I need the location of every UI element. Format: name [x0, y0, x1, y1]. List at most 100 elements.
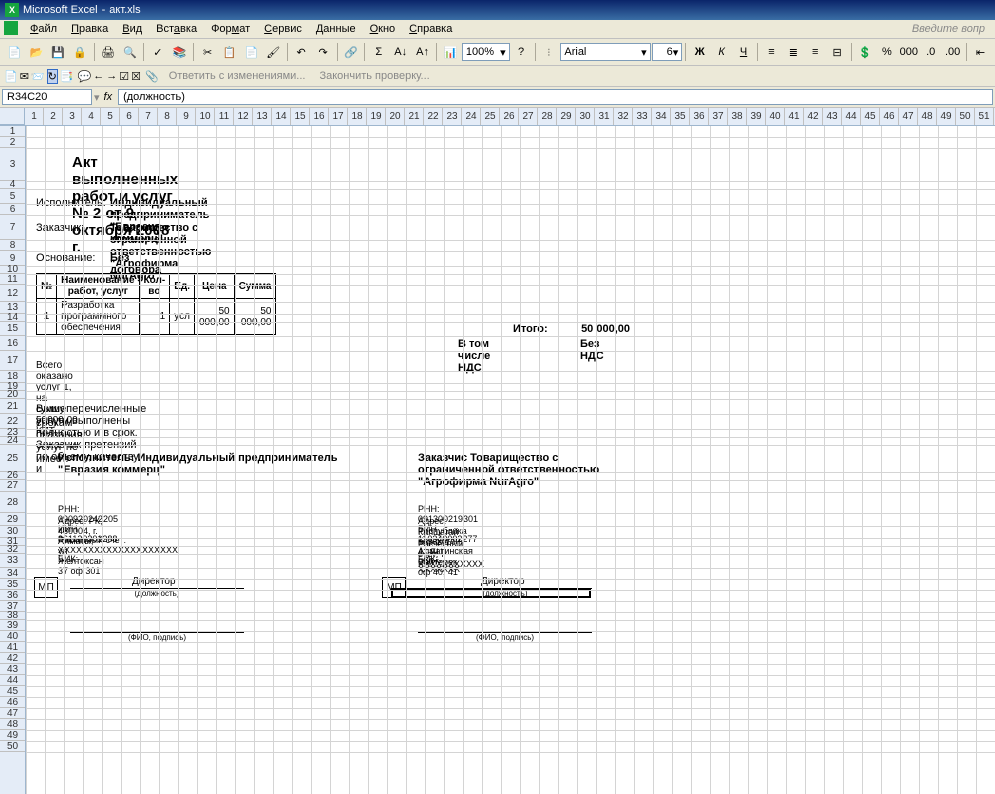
underline-button[interactable]: Ч [733, 41, 754, 63]
worksheet-grid[interactable]: Акт выполненных работ и услуг № 2 от 9 о… [26, 126, 995, 794]
autosum-button[interactable]: Σ [368, 41, 389, 63]
row-header-26[interactable]: 26 [0, 472, 25, 480]
col-header-46[interactable]: 46 [880, 108, 899, 125]
menu-data[interactable]: Данные [310, 21, 362, 37]
col-header-15[interactable]: 15 [291, 108, 310, 125]
col-header-2[interactable]: 2 [44, 108, 63, 125]
col-header-34[interactable]: 34 [652, 108, 671, 125]
row-header-7[interactable]: 7 [0, 215, 25, 240]
col-header-10[interactable]: 10 [196, 108, 215, 125]
col-header-47[interactable]: 47 [899, 108, 918, 125]
spelling-button[interactable]: ✓ [147, 41, 168, 63]
row-header-46[interactable]: 46 [0, 697, 25, 708]
row-header-33[interactable]: 33 [0, 554, 25, 568]
col-header-31[interactable]: 31 [595, 108, 614, 125]
hyperlink-button[interactable]: 🔗 [340, 41, 361, 63]
menu-help[interactable]: Справка [403, 21, 458, 37]
copy-button[interactable]: 📋 [219, 41, 240, 63]
currency-button[interactable]: 💲 [855, 41, 876, 63]
row-header-49[interactable]: 49 [0, 730, 25, 741]
row-header-11[interactable]: 11 [0, 274, 25, 285]
row-header-42[interactable]: 42 [0, 653, 25, 664]
row-header-44[interactable]: 44 [0, 675, 25, 686]
col-header-50[interactable]: 50 [956, 108, 975, 125]
col-header-42[interactable]: 42 [804, 108, 823, 125]
col-header-40[interactable]: 40 [766, 108, 785, 125]
col-header-4[interactable]: 4 [82, 108, 101, 125]
col-header-21[interactable]: 21 [405, 108, 424, 125]
row-header-1[interactable]: 1 [0, 126, 25, 137]
col-header-19[interactable]: 19 [367, 108, 386, 125]
dec-decimal-button[interactable]: .00 [942, 41, 963, 63]
row-header-41[interactable]: 41 [0, 642, 25, 653]
align-right-button[interactable]: ≡ [805, 41, 826, 63]
row-header-6[interactable]: 6 [0, 204, 25, 215]
col-header-16[interactable]: 16 [310, 108, 329, 125]
col-header-22[interactable]: 22 [424, 108, 443, 125]
col-header-9[interactable]: 9 [177, 108, 196, 125]
col-header-30[interactable]: 30 [576, 108, 595, 125]
new-button[interactable]: 📄 [4, 41, 25, 63]
col-header-38[interactable]: 38 [728, 108, 747, 125]
percent-button[interactable]: % [876, 41, 897, 63]
cut-button[interactable]: ✂ [197, 41, 218, 63]
menu-file[interactable]: Файл [24, 21, 63, 37]
col-header-51[interactable]: 51 [975, 108, 994, 125]
inc-decimal-button[interactable]: .0 [920, 41, 941, 63]
italic-button[interactable]: К [711, 41, 732, 63]
menu-edit[interactable]: Правка [65, 21, 114, 37]
row-header-3[interactable]: 3 [0, 148, 25, 181]
menu-view[interactable]: Вид [116, 21, 148, 37]
menu-insert[interactable]: Вставка [150, 21, 203, 37]
align-center-button[interactable]: ≣ [783, 41, 804, 63]
row-header-8[interactable]: 8 [0, 240, 25, 251]
row-header-29[interactable]: 29 [0, 513, 25, 526]
row-header-12[interactable]: 12 [0, 285, 25, 302]
row-header-39[interactable]: 39 [0, 620, 25, 631]
col-header-28[interactable]: 28 [538, 108, 557, 125]
col-header-7[interactable]: 7 [139, 108, 158, 125]
dec-indent-button[interactable]: ⇤ [970, 41, 991, 63]
formula-bar[interactable]: (должность) [118, 89, 993, 105]
comma-button[interactable]: 000 [898, 41, 919, 63]
col-header-35[interactable]: 35 [671, 108, 690, 125]
fx-label[interactable]: fx [104, 91, 113, 103]
chart-button[interactable]: 📊 [440, 41, 461, 63]
rev5-button[interactable]: 📑 [60, 70, 74, 83]
rev4-button[interactable]: ↻ [47, 69, 58, 84]
col-header-45[interactable]: 45 [861, 108, 880, 125]
row-header-35[interactable]: 35 [0, 579, 25, 590]
merge-button[interactable]: ⊟ [827, 41, 848, 63]
col-header-29[interactable]: 29 [557, 108, 576, 125]
col-header-24[interactable]: 24 [462, 108, 481, 125]
row-header-17[interactable]: 17 [0, 351, 25, 371]
row-header-28[interactable]: 28 [0, 492, 25, 513]
sort-asc-button[interactable]: A↓ [390, 41, 411, 63]
col-header-11[interactable]: 11 [215, 108, 234, 125]
row-header-20[interactable]: 20 [0, 391, 25, 399]
col-header-48[interactable]: 48 [918, 108, 937, 125]
col-header-12[interactable]: 12 [234, 108, 253, 125]
row-header-34[interactable]: 34 [0, 568, 25, 579]
row-header-5[interactable]: 5 [0, 189, 25, 204]
help-prompt[interactable]: Введите вопр [906, 21, 991, 37]
col-header-3[interactable]: 3 [63, 108, 82, 125]
row-header-4[interactable]: 4 [0, 181, 25, 189]
col-header-41[interactable]: 41 [785, 108, 804, 125]
col-header-27[interactable]: 27 [519, 108, 538, 125]
col-header-36[interactable]: 36 [690, 108, 709, 125]
col-header-20[interactable]: 20 [386, 108, 405, 125]
rev1-button[interactable]: 📄 [4, 70, 18, 83]
menu-window[interactable]: Окно [364, 21, 402, 37]
zoom-combo[interactable]: 100%▾ [462, 43, 510, 61]
col-header-43[interactable]: 43 [823, 108, 842, 125]
rev2-button[interactable]: ✉ [20, 70, 29, 83]
col-header-44[interactable]: 44 [842, 108, 861, 125]
row-header-16[interactable]: 16 [0, 336, 25, 351]
menu-tools[interactable]: Сервис [258, 21, 308, 37]
col-header-18[interactable]: 18 [348, 108, 367, 125]
redo-button[interactable]: ↷ [313, 41, 334, 63]
research-button[interactable]: 📚 [169, 41, 190, 63]
col-header-32[interactable]: 32 [614, 108, 633, 125]
help-button[interactable]: ? [511, 41, 532, 63]
